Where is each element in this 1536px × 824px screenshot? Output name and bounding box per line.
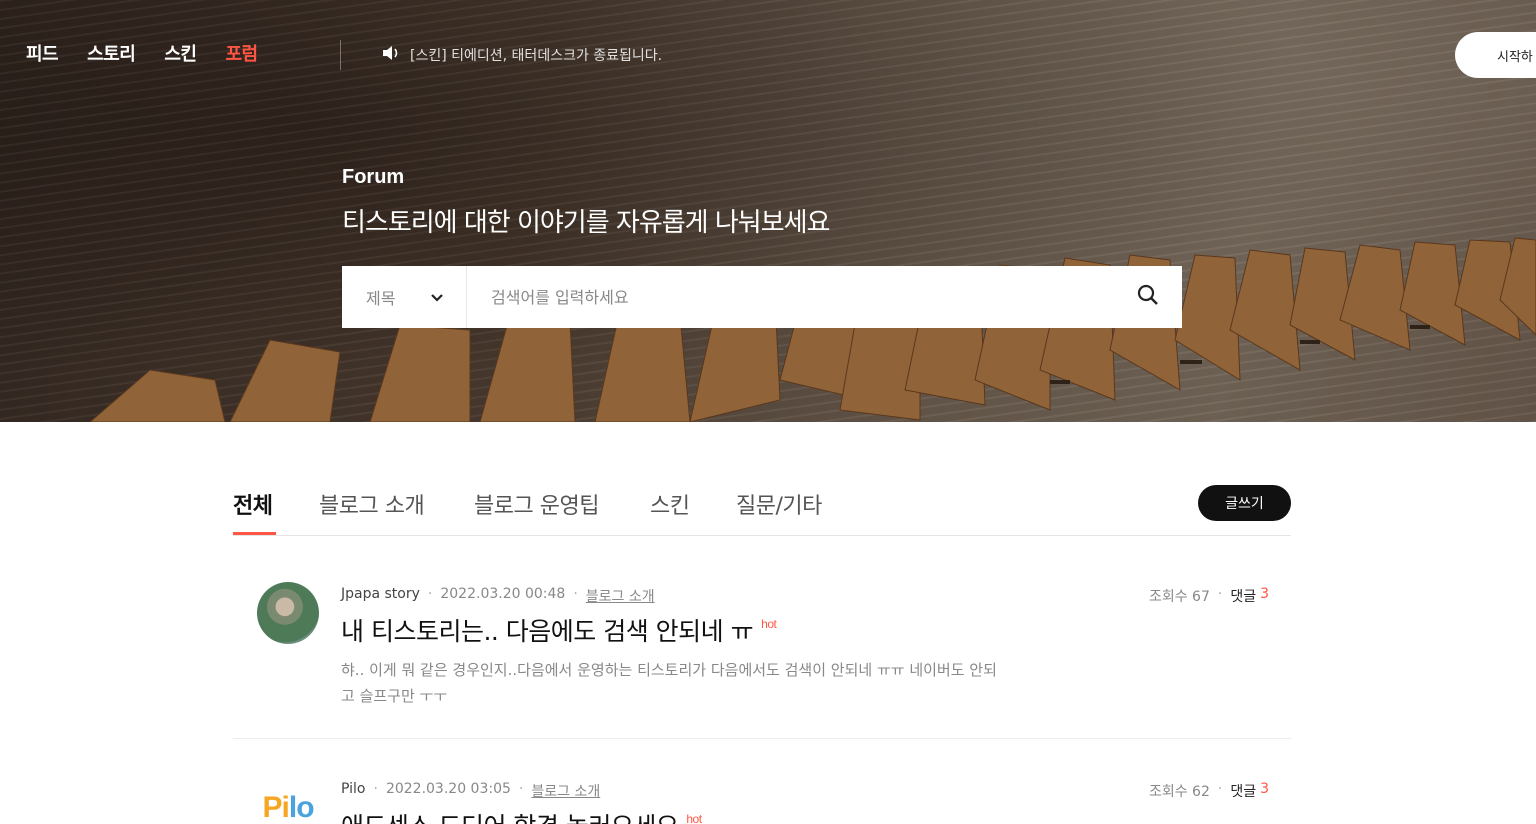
meta-separator: ·: [573, 586, 578, 602]
notice-banner[interactable]: [스킨] 티에디션, 태터데스크가 종료됩니다.: [382, 45, 662, 65]
list-item[interactable]: Pilo Pilo · 2022.03.20 03:05 · 블로그 소개 조회…: [233, 755, 1291, 824]
nav-item-story[interactable]: 스토리: [87, 40, 136, 66]
post-category[interactable]: 블로그 소개: [531, 781, 600, 801]
write-button[interactable]: 글쓰기: [1198, 485, 1291, 521]
hot-badge: hot: [761, 617, 777, 631]
search-type-value: 제목: [366, 289, 396, 308]
tab-qna[interactable]: 질문/기타: [736, 488, 822, 520]
post-views: 조회수 67: [1148, 589, 1210, 605]
nav-item-feed[interactable]: 피드: [26, 40, 59, 66]
post-meta: Jpapa story · 2022.03.20 00:48 · 블로그 소개: [341, 586, 655, 606]
forum-label: Forum: [342, 166, 405, 188]
post-meta: Pilo · 2022.03.20 03:05 · 블로그 소개: [341, 781, 600, 801]
list-item[interactable]: Jpapa story · 2022.03.20 00:48 · 블로그 소개 …: [233, 560, 1291, 739]
meta-separator: ·: [1217, 781, 1223, 797]
avatar-letter: l: [288, 791, 297, 824]
post-views: 조회수 62: [1148, 784, 1210, 800]
meta-separator: ·: [427, 586, 433, 602]
comments-count: 3: [1260, 781, 1269, 797]
post-author[interactable]: Jpapa story: [341, 586, 420, 606]
search-input[interactable]: [467, 266, 1114, 328]
tab-blog-intro[interactable]: 블로그 소개: [319, 488, 425, 520]
meta-separator: ·: [1217, 586, 1223, 602]
post-stats: 조회수 62 · 댓글 3: [1149, 781, 1269, 801]
avatar-letter: P: [262, 791, 282, 824]
search-icon: [1137, 284, 1159, 310]
comments-label: 댓글: [1230, 589, 1257, 605]
meta-separator: ·: [518, 781, 524, 797]
tab-skin[interactable]: 스킨: [650, 488, 690, 520]
speaker-icon: [382, 45, 400, 65]
search-type-select[interactable]: 제목: [342, 266, 467, 328]
avatar[interactable]: [257, 582, 319, 644]
notice-text: [스킨] 티에디션, 태터데스크가 종료됩니다.: [410, 48, 663, 64]
start-button[interactable]: 시작하: [1455, 32, 1536, 78]
avatar[interactable]: Pilo: [257, 777, 319, 824]
post-excerpt: 햐.. 이게 뭐 같은 경우인지..다음에서 운영하는 티스토리가 다음에서도 …: [341, 661, 997, 705]
nav-item-forum[interactable]: 포럼: [225, 40, 258, 66]
post-title[interactable]: 애드센스 드디어 합격 놀러오세요 hot: [341, 807, 702, 824]
chevron-down-icon: [430, 288, 444, 307]
avatar-letter: o: [296, 791, 314, 824]
active-tab-indicator: [233, 532, 276, 535]
avatar-letter: i: [281, 791, 290, 824]
nav-item-skin[interactable]: 스킨: [164, 40, 197, 66]
hot-badge: hot: [686, 812, 702, 824]
meta-separator: ·: [373, 781, 378, 797]
search-button[interactable]: [1114, 266, 1182, 328]
category-tabs: 전체 블로그 소개 블로그 운영팁 스킨 질문/기타 글쓰기: [233, 484, 1291, 536]
post-date: 2022.03.20 00:48: [440, 586, 566, 602]
post-title[interactable]: 내 티스토리는.. 다음에도 검색 안되네 ㅠ hot: [341, 612, 777, 648]
main-nav: 피드 스토리 스킨 포럼: [26, 40, 258, 66]
forum-subtitle: 티스토리에 대한 이야기를 자유롭게 나눠보세요: [342, 208, 830, 238]
nav-divider: [340, 40, 341, 70]
comments-count: 3: [1260, 586, 1269, 602]
search-bar: 제목: [342, 266, 1182, 328]
post-author[interactable]: Pilo: [341, 781, 365, 801]
tab-all[interactable]: 전체: [233, 488, 273, 520]
comments-label: 댓글: [1230, 784, 1257, 800]
post-stats: 조회수 67 · 댓글 3: [1149, 586, 1269, 606]
post-title-text: 애드센스 드디어 합격 놀러오세요: [341, 812, 679, 824]
post-date: 2022.03.20 03:05: [385, 781, 511, 797]
post-category[interactable]: 블로그 소개: [586, 586, 655, 606]
post-title-text: 내 티스토리는.. 다음에도 검색 안되네 ㅠ: [341, 617, 754, 646]
tab-blog-tips[interactable]: 블로그 운영팁: [474, 488, 599, 520]
